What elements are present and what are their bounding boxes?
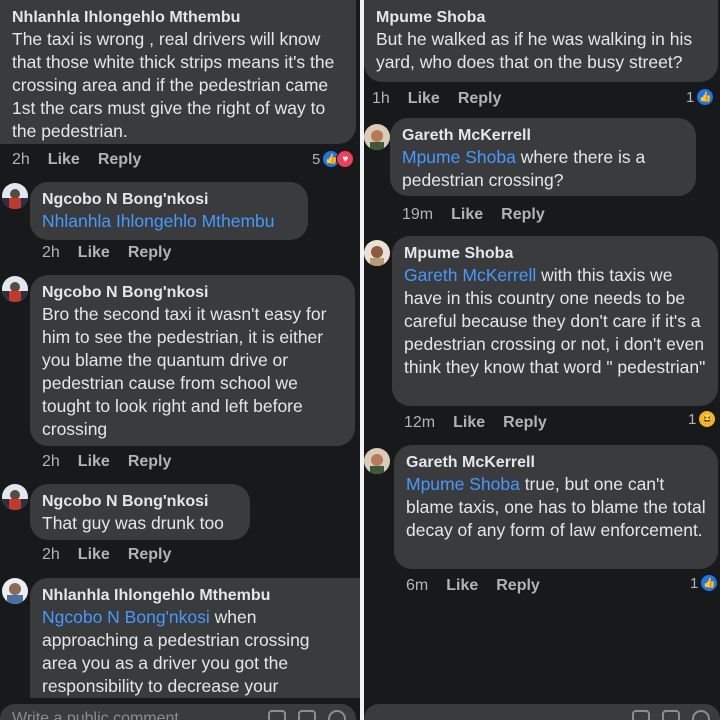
comment-time[interactable]: 2h: [42, 546, 60, 564]
haha-reaction-icon: 😆: [698, 410, 717, 428]
reply-button[interactable]: Reply: [496, 577, 540, 595]
avatar-image-icon: [364, 448, 390, 474]
comment-bubble: Gareth McKerrell Mpume Shoba true, but o…: [394, 445, 718, 569]
comment-time[interactable]: 1h: [372, 90, 390, 108]
comment-time[interactable]: 2h: [42, 453, 60, 471]
like-button[interactable]: Like: [78, 546, 110, 564]
comment-actions: 19m Like Reply: [402, 206, 545, 224]
avatar[interactable]: [364, 448, 390, 474]
composer-icons: [632, 710, 710, 720]
comment-time[interactable]: 12m: [404, 414, 435, 432]
comment-time[interactable]: 19m: [402, 206, 433, 224]
comment-actions: 1h Like Reply: [372, 90, 501, 108]
reaction-count[interactable]: 5 👍 ♥: [312, 150, 355, 168]
comment-author[interactable]: Ngcobo N Bong'nkosi: [42, 492, 238, 512]
comment-mention[interactable]: Gareth McKerrell: [404, 265, 536, 285]
like-button[interactable]: Like: [408, 90, 440, 108]
comment-author[interactable]: Ngcobo N Bong'nkosi: [42, 190, 296, 210]
right-comment-panel: Mpume Shoba But he walked as if he was w…: [364, 0, 720, 720]
reaction-count-number: 1: [686, 88, 695, 106]
comment-author[interactable]: Gareth McKerrell: [402, 126, 684, 146]
avatar-image-icon: [364, 124, 390, 150]
comment-time[interactable]: 6m: [406, 577, 428, 595]
gif-icon[interactable]: [268, 710, 286, 720]
comment-bubble: Gareth McKerrell Mpume Shoba where there…: [390, 118, 696, 196]
avatar[interactable]: [364, 124, 390, 150]
comment-actions: 12m Like Reply: [404, 414, 547, 432]
reply-button[interactable]: Reply: [128, 546, 172, 564]
reply-button[interactable]: Reply: [501, 206, 545, 224]
comment-text: The taxi is wrong , real drivers will kn…: [12, 29, 335, 141]
comment-author[interactable]: Nhlanhla Ihlongehlo Mthembu: [42, 586, 348, 606]
comment-text: That guy was drunk too: [42, 513, 224, 533]
avatar-image-icon: [2, 484, 28, 510]
avatar[interactable]: [2, 276, 28, 302]
reaction-count-number: 1: [690, 574, 699, 592]
avatar[interactable]: [2, 183, 28, 209]
avatar-image-icon: [2, 183, 28, 209]
comment-actions: 6m Like Reply: [406, 577, 540, 595]
avatar-image-icon: [2, 578, 28, 604]
like-button[interactable]: Like: [446, 577, 478, 595]
avatar[interactable]: [364, 240, 390, 266]
reaction-count[interactable]: 1 😆: [688, 410, 717, 428]
comment-mention[interactable]: Ngcobo N Bong'nkosi: [42, 607, 210, 627]
comment-mention[interactable]: Mpume Shoba: [402, 147, 516, 167]
comment-actions: 2h Like Reply: [42, 453, 171, 471]
reply-button[interactable]: Reply: [458, 90, 502, 108]
love-reaction-icon: ♥: [336, 150, 355, 168]
reply-button[interactable]: Reply: [98, 151, 142, 169]
comment-bubble: Ngcobo N Bong'nkosi Bro the second taxi …: [30, 275, 355, 446]
comment-mention[interactable]: Nhlanhla Ihlongehlo Mthembu: [42, 210, 296, 233]
avatar-image-icon: [2, 276, 28, 302]
like-button[interactable]: Like: [78, 453, 110, 471]
avatar[interactable]: [2, 484, 28, 510]
emoji-icon[interactable]: [692, 710, 710, 720]
comment-bubble: Mpume Shoba Gareth McKerrell with this t…: [392, 236, 718, 406]
comment-text: Bro the second taxi it wasn't easy for h…: [42, 304, 327, 439]
like-button[interactable]: Like: [48, 151, 80, 169]
comment-bubble: Mpume Shoba But he walked as if he was w…: [364, 0, 718, 82]
comment-author[interactable]: Ngcobo N Bong'nkosi: [42, 283, 343, 303]
comment-author[interactable]: Nhlanhla Ihlongehlo Mthembu: [12, 8, 344, 28]
reply-button[interactable]: Reply: [128, 244, 172, 262]
gif-icon[interactable]: [632, 710, 650, 720]
like-button[interactable]: Like: [451, 206, 483, 224]
sticker-icon[interactable]: [298, 710, 316, 720]
comment-mention[interactable]: Mpume Shoba: [406, 474, 520, 494]
comment-bubble: Nhlanhla Ihlongehlo Mthembu The taxi is …: [0, 0, 356, 144]
comment-bubble: Nhlanhla Ihlongehlo Mthembu Ngcobo N Bon…: [30, 578, 360, 698]
comment-author[interactable]: Mpume Shoba: [404, 244, 706, 264]
sticker-icon[interactable]: [662, 710, 680, 720]
comment-author[interactable]: Gareth McKerrell: [406, 453, 706, 473]
comment-author[interactable]: Mpume Shoba: [376, 8, 706, 28]
reaction-count[interactable]: 1 👍: [690, 574, 719, 592]
like-button[interactable]: Like: [453, 414, 485, 432]
avatar[interactable]: [2, 578, 28, 604]
comment-actions: 2h Like Reply: [42, 244, 171, 262]
comment-time[interactable]: 2h: [42, 244, 60, 262]
left-comment-panel: Nhlanhla Ihlongehlo Mthembu The taxi is …: [0, 0, 360, 720]
like-reaction-icon: 👍: [696, 88, 715, 106]
comment-actions: 2h Like Reply: [42, 546, 171, 564]
comment-text: But he walked as if he was walking in hi…: [376, 29, 693, 72]
emoji-icon[interactable]: [328, 710, 346, 720]
reaction-count-number: 5: [312, 150, 321, 168]
comment-actions: 2h Like Reply: [12, 151, 141, 169]
like-button[interactable]: Like: [78, 244, 110, 262]
reaction-count[interactable]: 1 👍: [686, 88, 715, 106]
like-reaction-icon: 👍: [700, 574, 719, 592]
reply-button[interactable]: Reply: [128, 453, 172, 471]
reaction-count-number: 1: [688, 410, 697, 428]
composer-placeholder: Write a public comment...: [12, 710, 193, 720]
comment-bubble: Ngcobo N Bong'nkosi Nhlanhla Ihlongehlo …: [30, 182, 308, 240]
comment-composer[interactable]: Write a public comment...: [0, 704, 356, 720]
avatar-image-icon: [364, 240, 390, 266]
comment-composer[interactable]: [364, 704, 720, 720]
comment-bubble: Ngcobo N Bong'nkosi That guy was drunk t…: [30, 484, 250, 540]
composer-icons: [268, 710, 346, 720]
comment-time[interactable]: 2h: [12, 151, 30, 169]
reply-button[interactable]: Reply: [503, 414, 547, 432]
